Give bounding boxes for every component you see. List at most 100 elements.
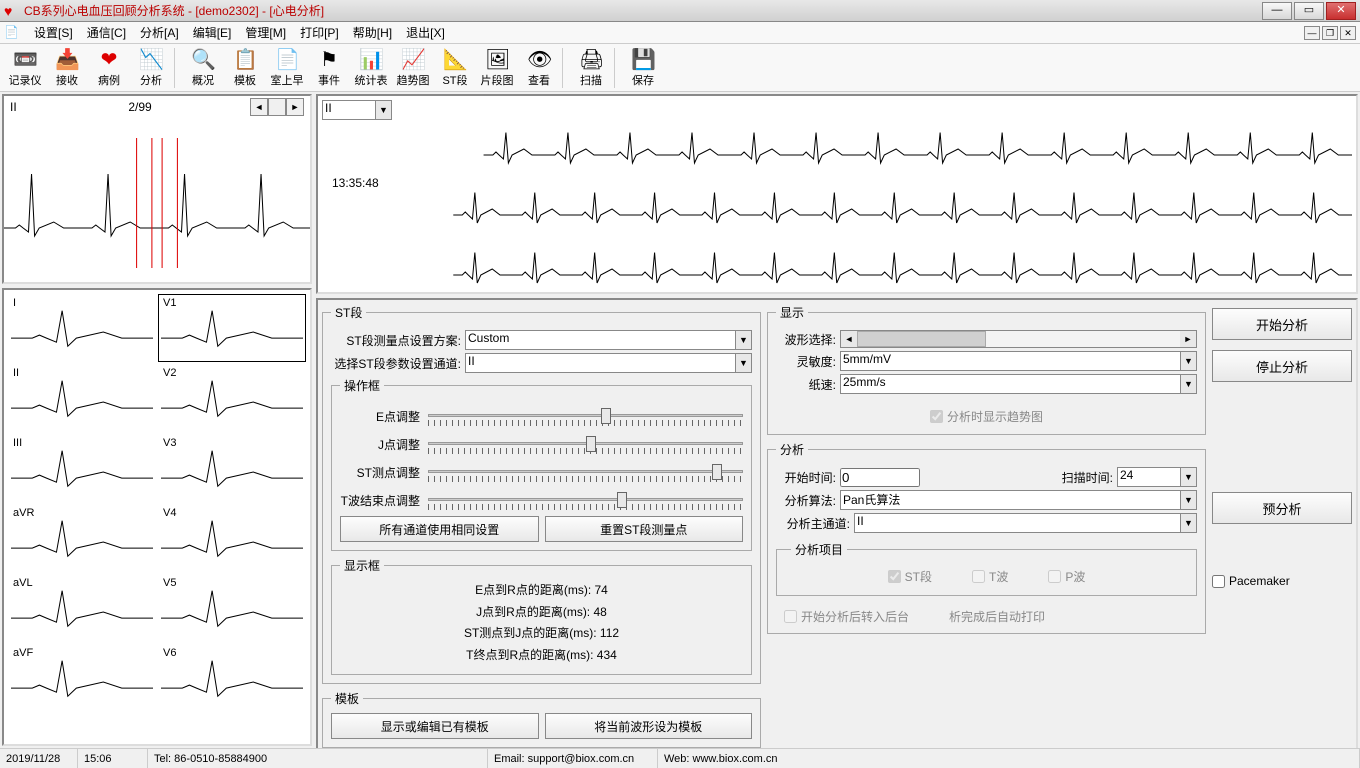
tool-分析[interactable]: 📉分析	[130, 46, 172, 90]
speed-select[interactable]: 25mm/s ▼	[840, 374, 1197, 394]
lead-cell-aVL[interactable]: aVL	[8, 574, 156, 642]
show-template-button[interactable]: 显示或编辑已有模板	[331, 713, 539, 739]
pre-analysis-button[interactable]: 预分析	[1212, 492, 1352, 524]
tool-查看[interactable]: 👁查看	[518, 46, 560, 90]
dropdown-icon[interactable]: ▼	[1180, 375, 1196, 393]
tool-病例[interactable]: ❤病例	[88, 46, 130, 90]
viewer-lead-select[interactable]: II ▼	[322, 100, 392, 120]
查看-icon: 👁	[527, 48, 551, 72]
algorithm-select[interactable]: Pan氏算法 ▼	[840, 490, 1197, 510]
scan-time-select[interactable]: 24 ▼	[1117, 467, 1197, 487]
mdi-minimize-button[interactable]: —	[1304, 26, 1320, 40]
tool-保存[interactable]: 💾保存	[622, 46, 664, 90]
main-channel-value: II	[857, 514, 864, 528]
dropdown-icon[interactable]: ▼	[1180, 468, 1196, 486]
scroll-right-icon[interactable]: ►	[1180, 331, 1196, 347]
start-time-input[interactable]	[840, 468, 920, 487]
tool-片段图[interactable]: 🖼片段图	[476, 46, 518, 90]
lead-name-label: aVR	[13, 507, 34, 519]
lead-cell-I[interactable]: I	[8, 294, 156, 362]
lead-name-label: aVF	[13, 647, 33, 659]
lead-cell-aVR[interactable]: aVR	[8, 504, 156, 572]
j-adjust-slider[interactable]	[428, 432, 743, 456]
waveform-scrollbar[interactable]: ◄ ►	[840, 330, 1197, 348]
e-to-r-text: E点到R点的距离(ms): 74	[340, 580, 743, 602]
dropdown-icon[interactable]: ▼	[1180, 491, 1196, 509]
室上早-icon: 📄	[275, 48, 299, 72]
lead-cell-V2[interactable]: V2	[158, 364, 306, 432]
start-analysis-button[interactable]: 开始分析	[1212, 308, 1352, 340]
tool-趋势图[interactable]: 📈趋势图	[392, 46, 434, 90]
tool-label: 记录仪	[9, 72, 42, 88]
dropdown-icon[interactable]: ▼	[1180, 514, 1196, 532]
menu-print[interactable]: 打印[P]	[294, 22, 345, 43]
menu-analysis[interactable]: 分析[A]	[134, 22, 185, 43]
preview-next-button[interactable]: ►	[286, 98, 304, 116]
scroll-left-icon[interactable]: ◄	[841, 331, 857, 347]
lead-cell-III[interactable]: III	[8, 434, 156, 502]
tool-概况[interactable]: 🔍概况	[182, 46, 224, 90]
speed-value: 25mm/s	[843, 375, 886, 389]
stop-analysis-button[interactable]: 停止分析	[1212, 350, 1352, 382]
analysis-fieldset: 分析 开始时间: 扫描时间: 24 ▼ 分析算法:	[767, 441, 1206, 634]
dropdown-icon[interactable]: ▼	[1180, 352, 1196, 370]
status-email: Email: support@biox.com.cn	[488, 749, 658, 768]
mdi-restore-button[interactable]: ❐	[1322, 26, 1338, 40]
scheme-select[interactable]: Custom ▼	[465, 330, 752, 350]
lead-cell-V1[interactable]: V1	[158, 294, 306, 362]
menu-comm[interactable]: 通信[C]	[81, 22, 132, 43]
tool-记录仪[interactable]: 📼记录仪	[4, 46, 46, 90]
menubar: 📄 设置[S] 通信[C] 分析[A] 编辑[E] 管理[M] 打印[P] 帮助…	[0, 22, 1360, 44]
status-web: Web: www.biox.com.cn	[658, 749, 1360, 768]
t-end-adjust-slider[interactable]	[428, 488, 743, 512]
lead-cell-V3[interactable]: V3	[158, 434, 306, 502]
operation-legend: 操作框	[340, 377, 384, 394]
mdi-close-button[interactable]: ✕	[1340, 26, 1356, 40]
preview-prev-button[interactable]: ◄	[250, 98, 268, 116]
lead-cell-V4[interactable]: V4	[158, 504, 306, 572]
channel-select[interactable]: II ▼	[465, 353, 752, 373]
ecg-viewer-canvas[interactable]	[322, 120, 1352, 296]
menu-settings[interactable]: 设置[S]	[28, 22, 79, 43]
autoprint-label: 析完成后自动打印	[949, 608, 1045, 625]
dropdown-icon[interactable]: ▼	[375, 101, 391, 119]
lead-cell-II[interactable]: II	[8, 364, 156, 432]
dropdown-icon[interactable]: ▼	[735, 331, 751, 349]
tool-室上早[interactable]: 📄室上早	[266, 46, 308, 90]
analysis-legend: 分析	[776, 441, 808, 458]
menu-exit[interactable]: 退出[X]	[400, 22, 451, 43]
lead-cell-V5[interactable]: V5	[158, 574, 306, 642]
preview-ecg-strip[interactable]	[4, 118, 310, 278]
menu-manage[interactable]: 管理[M]	[239, 22, 292, 43]
e-adjust-slider[interactable]	[428, 404, 743, 428]
lead-cell-aVF[interactable]: aVF	[8, 644, 156, 712]
algorithm-label: 分析算法:	[776, 492, 836, 509]
lead-cell-V6[interactable]: V6	[158, 644, 306, 712]
tool-事件[interactable]: ⚑事件	[308, 46, 350, 90]
dropdown-icon[interactable]: ▼	[735, 354, 751, 372]
tool-扫描[interactable]: 🖨扫描	[570, 46, 612, 90]
menu-help[interactable]: 帮助[H]	[347, 22, 398, 43]
close-button[interactable]: ✕	[1326, 2, 1356, 20]
main-channel-select[interactable]: II ▼	[854, 513, 1197, 533]
all-channels-button[interactable]: 所有通道使用相同设置	[340, 516, 539, 542]
menu-edit[interactable]: 编辑[E]	[187, 22, 238, 43]
tool-ST段[interactable]: 📐ST段	[434, 46, 476, 90]
preview-blank-button[interactable]	[268, 98, 286, 116]
sensitivity-select[interactable]: 5mm/mV ▼	[840, 351, 1197, 371]
analysis-items-fieldset: 分析项目 ST段 T波 P波	[776, 541, 1197, 596]
tool-接收[interactable]: 📥接收	[46, 46, 88, 90]
maximize-button[interactable]: ▭	[1294, 2, 1324, 20]
minimize-button[interactable]: —	[1262, 2, 1292, 20]
pacemaker-checkbox[interactable]: Pacemaker	[1212, 574, 1352, 588]
tool-label: 概况	[192, 72, 214, 88]
set-template-button[interactable]: 将当前波形设为模板	[545, 713, 753, 739]
leads-panel: IV1IIV2IIIV3 aVR V4aVLV5 aVF V6	[2, 288, 312, 746]
tool-统计表[interactable]: 📊统计表	[350, 46, 392, 90]
病例-icon: ❤	[97, 48, 121, 72]
tool-模板[interactable]: 📋模板	[224, 46, 266, 90]
st-adjust-slider[interactable]	[428, 460, 743, 484]
pacemaker-input[interactable]	[1212, 575, 1225, 588]
reset-st-button[interactable]: 重置ST段测量点	[545, 516, 744, 542]
file-icon[interactable]: 📄	[4, 25, 22, 41]
